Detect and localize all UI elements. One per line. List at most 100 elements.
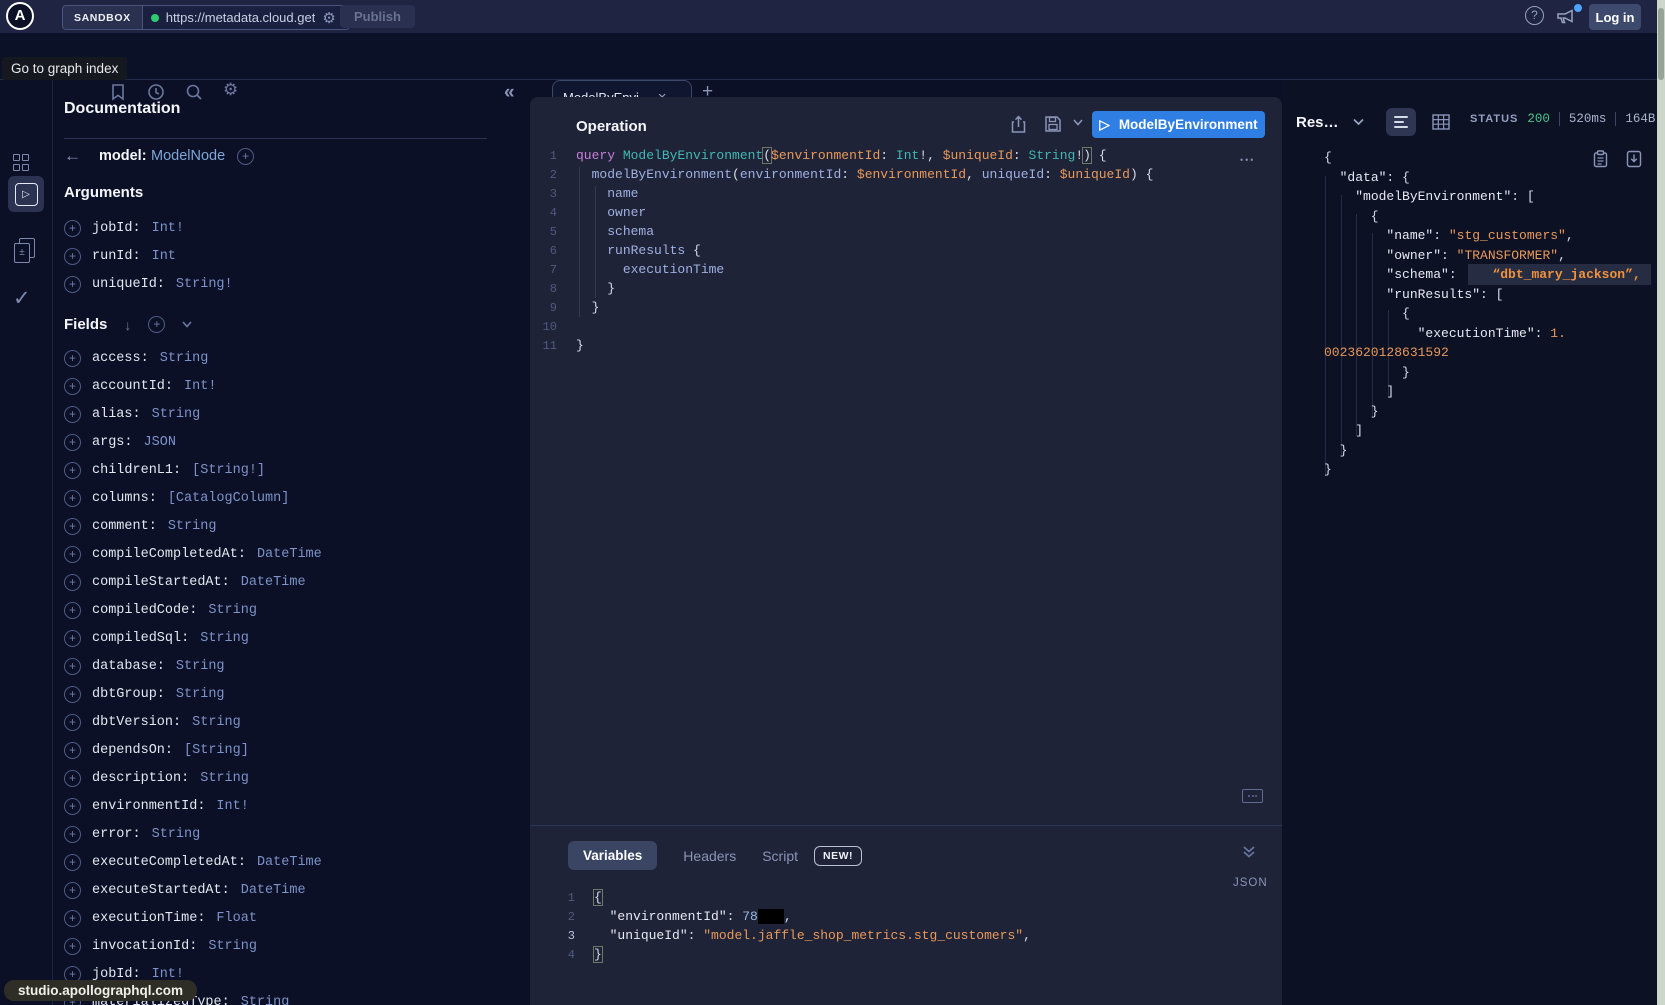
field-name-link[interactable]: compileCompletedAt: xyxy=(92,547,246,562)
add-to-query-icon[interactable]: + xyxy=(64,434,81,451)
add-to-query-icon[interactable]: + xyxy=(64,742,81,759)
response-json[interactable]: { "data": { "modelByEnvironment": [ { "n… xyxy=(1324,148,1654,480)
field-type-link[interactable]: String xyxy=(152,827,201,842)
add-to-query-icon[interactable]: + xyxy=(64,462,81,479)
response-chevron-down-icon[interactable] xyxy=(1353,118,1364,126)
field-type-link[interactable]: JSON xyxy=(144,435,176,450)
share-icon[interactable] xyxy=(1010,115,1027,134)
field-type-link[interactable]: Int! xyxy=(184,379,216,394)
field-name-link[interactable]: dbtGroup: xyxy=(92,687,165,702)
field-type-link[interactable]: Float xyxy=(216,911,257,926)
field-name-link[interactable]: executionTime: xyxy=(92,911,205,926)
field-name-link[interactable]: error: xyxy=(92,827,141,842)
field-type-link[interactable]: Int xyxy=(152,249,176,264)
chevron-down-icon[interactable] xyxy=(182,321,192,328)
field-type-link[interactable]: Int! xyxy=(216,799,248,814)
field-type-link[interactable]: DateTime xyxy=(241,575,306,590)
field-type-link[interactable]: String xyxy=(160,351,209,366)
endpoint-url-input[interactable]: https://metadata.cloud.get ⚙ xyxy=(143,6,349,29)
add-to-query-icon[interactable]: + xyxy=(64,798,81,815)
add-to-query-icon[interactable]: + xyxy=(64,406,81,423)
field-name-link[interactable]: runId: xyxy=(92,249,141,264)
keyboard-shortcuts-icon[interactable] xyxy=(1242,789,1263,803)
field-type-link[interactable]: String xyxy=(176,687,225,702)
page-scrollbar-thumb[interactable] xyxy=(1658,8,1664,80)
field-type-link[interactable]: String xyxy=(200,631,249,646)
field-type-link[interactable]: String! xyxy=(176,277,233,292)
field-name-link[interactable]: uniqueId: xyxy=(92,277,165,292)
add-to-query-icon[interactable]: + xyxy=(64,574,81,591)
tab-headers[interactable]: Headers xyxy=(683,848,736,864)
add-to-query-icon[interactable]: + xyxy=(64,378,81,395)
field-name-link[interactable]: access: xyxy=(92,351,149,366)
field-name-link[interactable]: invocationId: xyxy=(92,939,197,954)
field-name-link[interactable]: compileStartedAt: xyxy=(92,575,230,590)
explorer-nav-button[interactable]: ▷ xyxy=(8,176,44,212)
field-type-link[interactable]: String xyxy=(152,407,201,422)
add-all-fields-icon[interactable]: + xyxy=(148,316,165,333)
field-name-link[interactable]: alias: xyxy=(92,407,141,422)
field-name-link[interactable]: compiledSql: xyxy=(92,631,189,646)
field-name-link[interactable]: executeStartedAt: xyxy=(92,883,230,898)
add-to-query-icon[interactable]: + xyxy=(64,938,81,955)
field-name-link[interactable]: childrenL1: xyxy=(92,463,181,478)
variables-editor[interactable]: 1{2 "environmentId": 78,3 "uniqueId": "m… xyxy=(530,888,1270,964)
field-type-link[interactable]: DateTime xyxy=(241,883,306,898)
tab-variables[interactable]: Variables xyxy=(568,841,657,870)
save-icon[interactable] xyxy=(1044,115,1062,133)
field-type-link[interactable]: [String!] xyxy=(192,463,265,478)
operation-editor[interactable]: 1query ModelByEnvironment($environmentId… xyxy=(530,146,1270,355)
field-type-link[interactable]: [String] xyxy=(184,743,249,758)
field-name-link[interactable]: dependsOn: xyxy=(92,743,173,758)
save-chevron-down-icon[interactable] xyxy=(1073,119,1083,126)
add-to-query-icon[interactable]: + xyxy=(64,714,81,731)
apollo-logo-icon[interactable]: A xyxy=(6,2,34,30)
field-type-link[interactable]: [CatalogColumn] xyxy=(168,491,290,506)
field-name-link[interactable]: database: xyxy=(92,659,165,674)
checks-nav-button[interactable]: ✓ xyxy=(13,286,31,311)
add-to-query-icon[interactable]: + xyxy=(64,882,81,899)
field-name-link[interactable]: args: xyxy=(92,435,133,450)
add-to-query-icon[interactable]: + xyxy=(64,630,81,647)
add-to-query-icon[interactable]: + xyxy=(64,220,81,237)
login-button[interactable]: Log in xyxy=(1589,4,1641,30)
add-to-query-icon[interactable]: + xyxy=(64,518,81,535)
field-type-link[interactable]: String xyxy=(176,659,225,674)
add-to-query-icon[interactable]: + xyxy=(64,602,81,619)
field-name-link[interactable]: dbtVersion: xyxy=(92,715,181,730)
add-to-query-icon[interactable]: + xyxy=(64,490,81,507)
add-to-query-icon[interactable]: + xyxy=(64,910,81,927)
collapse-variables-icon[interactable] xyxy=(1242,845,1256,859)
response-view-raw-toggle[interactable] xyxy=(1386,108,1416,136)
field-name-link[interactable]: accountId: xyxy=(92,379,173,394)
field-type-link[interactable]: String xyxy=(200,771,249,786)
add-to-query-icon[interactable]: + xyxy=(64,248,81,265)
field-name-link[interactable]: columns: xyxy=(92,491,157,506)
field-name-link[interactable]: description: xyxy=(92,771,189,786)
add-to-query-icon[interactable]: + xyxy=(64,350,81,367)
add-to-query-icon[interactable]: + xyxy=(64,546,81,563)
response-title[interactable]: Res… xyxy=(1296,114,1339,131)
help-icon[interactable]: ? xyxy=(1525,6,1544,25)
field-name-link[interactable]: environmentId: xyxy=(92,799,205,814)
run-operation-button[interactable]: ▷ ModelByEnvironment xyxy=(1092,111,1265,138)
field-name-link[interactable]: executeCompletedAt: xyxy=(92,855,246,870)
add-to-query-icon[interactable]: + xyxy=(64,770,81,787)
field-name-link[interactable]: comment: xyxy=(92,519,157,534)
field-type-link[interactable]: DateTime xyxy=(257,547,322,562)
add-to-query-icon[interactable]: + xyxy=(64,276,81,293)
field-type-link[interactable]: String xyxy=(208,603,257,618)
tab-script[interactable]: Script xyxy=(762,848,798,864)
model-type-link[interactable]: ModelNode xyxy=(151,148,225,164)
announcements-megaphone-icon[interactable] xyxy=(1556,7,1576,25)
field-name-link[interactable]: compiledCode: xyxy=(92,603,197,618)
add-to-query-icon[interactable]: + xyxy=(64,826,81,843)
schema-diff-nav-button[interactable]: ± xyxy=(14,238,34,262)
page-scrollbar[interactable] xyxy=(1657,0,1665,1005)
field-type-link[interactable]: Int! xyxy=(152,221,184,236)
connection-settings-gear-icon[interactable]: ⚙ xyxy=(322,9,335,27)
field-type-link[interactable]: DateTime xyxy=(257,855,322,870)
add-field-icon[interactable]: + xyxy=(237,148,254,165)
sort-arrow-icon[interactable]: ↓ xyxy=(124,317,131,333)
add-to-query-icon[interactable]: + xyxy=(64,854,81,871)
